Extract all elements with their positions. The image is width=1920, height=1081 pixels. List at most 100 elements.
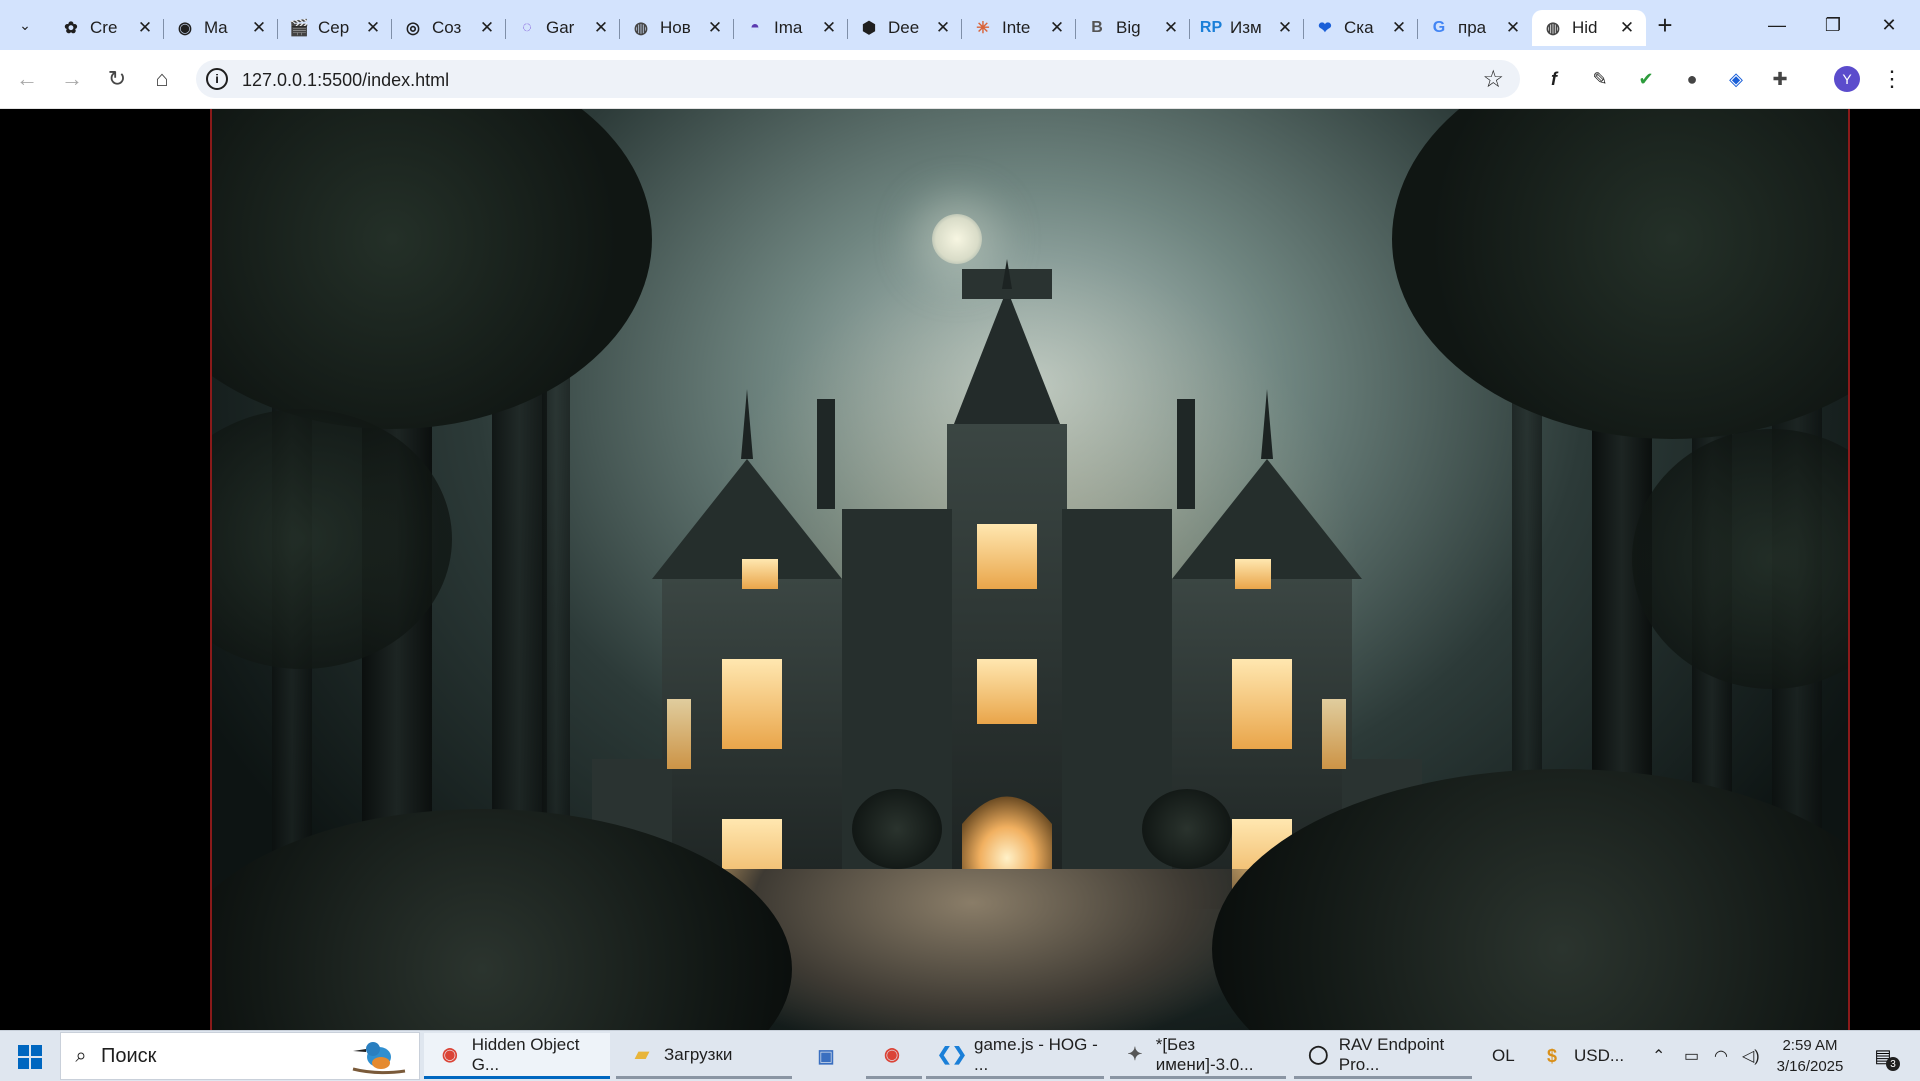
tab-label: Hid [1572, 18, 1598, 37]
tab-label: Сер [318, 18, 350, 37]
game-scene[interactable] [210, 109, 1850, 1030]
tab-9[interactable]: B Big ✕ [1076, 10, 1190, 46]
tab-0[interactable]: ✿ Cre ✕ [50, 10, 164, 46]
tab-label: Big [1116, 18, 1141, 37]
windows-logo-icon [18, 1045, 42, 1069]
home-button[interactable]: ⌂ [145, 62, 179, 96]
tab-close-icon[interactable]: ✕ [592, 18, 610, 37]
tab-close-icon[interactable]: ✕ [250, 18, 268, 37]
checkmark-extension-icon[interactable]: ✔ [1630, 63, 1662, 95]
tab-7[interactable]: ⬢ Dee ✕ [848, 10, 962, 46]
forward-button[interactable]: → [55, 62, 89, 96]
tree-canopy [1392, 109, 1848, 439]
spiral-icon: ◌ [522, 19, 532, 36]
tab-strip: ⌄ ✿ Cre ✕ ◉ Ma ✕ 🎬 Сер ✕ ◎ Соз ✕ ◌ Gar ✕ ◍ Нов ✕ ◓ Ima ✕ ⬢ Dee… [0, 0, 1920, 50]
extension-f-icon[interactable]: f [1538, 63, 1570, 95]
taskbar-app-8[interactable]: $ USD... [1526, 1033, 1646, 1079]
taskbar-app-3[interactable]: ◉ [866, 1033, 922, 1079]
site-info-icon[interactable]: i [206, 68, 228, 90]
tab-close-icon[interactable]: ✕ [1390, 18, 1408, 37]
taskbar: ⌕ Поиск ◉ Hidden Object G... ▰ Загрузки ▣ ◉ ❮❯… [0, 1030, 1920, 1081]
globe-icon: ◍ [634, 20, 648, 37]
puzzle-extensions-icon[interactable]: ✚ [1764, 63, 1796, 95]
heart-icon: ❤ [1318, 20, 1332, 37]
back-button[interactable]: ← [10, 62, 44, 96]
taskbar-app-5[interactable]: ✦ *[Без имени]-3.0... [1110, 1033, 1286, 1079]
taskbar-app-label: Hidden Object G... [471, 1034, 580, 1074]
notifications-button[interactable]: ▤ 3 [1866, 1041, 1900, 1071]
tab-label: Ска [1344, 18, 1374, 37]
tab-13[interactable]: ◍ Hid ✕ [1532, 10, 1646, 46]
tab-close-icon[interactable]: ✕ [706, 18, 724, 37]
tab-6[interactable]: ◓ Ima ✕ [734, 10, 848, 46]
tray-overflow-icon[interactable]: ⌃ [1652, 1031, 1665, 1081]
tab-5[interactable]: ◍ Нов ✕ [620, 10, 734, 46]
moon [932, 214, 982, 264]
restore-button[interactable]: ❐ [1810, 8, 1856, 42]
shield-extension-icon[interactable]: ◈ [1720, 63, 1752, 95]
tab-close-icon[interactable]: ✕ [478, 18, 496, 37]
taskbar-app-7[interactable]: OL [1480, 1033, 1520, 1079]
bush [1142, 789, 1232, 869]
tab-close-icon[interactable]: ✕ [364, 18, 382, 37]
volume-icon[interactable]: ◁) [1742, 1031, 1760, 1081]
eyedropper-icon[interactable]: ✎ [1584, 63, 1616, 95]
tab-label: Изм [1230, 18, 1262, 37]
tab-10[interactable]: RP Изм ✕ [1190, 10, 1304, 46]
taskbar-app-label: RAV Endpoint Pro... [1338, 1034, 1445, 1074]
url-text[interactable]: 127.0.0.1:5500/index.html [242, 70, 449, 91]
gimp-icon: ✦ [1127, 1044, 1143, 1064]
tab-close-icon[interactable]: ✕ [1618, 18, 1636, 37]
taskbar-app-label: game.js - HOG - ... [974, 1034, 1098, 1074]
taskbar-app-6[interactable]: ◯ RAV Endpoint Pro... [1294, 1033, 1472, 1079]
taskbar-app-0[interactable]: ◉ Hidden Object G... [424, 1033, 610, 1079]
tree-canopy [1632, 429, 1848, 689]
tab-4[interactable]: ◌ Gar ✕ [506, 10, 620, 46]
tab-label: Gar [546, 18, 575, 37]
tab-close-icon[interactable]: ✕ [1276, 18, 1294, 37]
tab-label: пра [1458, 18, 1487, 37]
bookmark-star-icon[interactable]: ☆ [1482, 65, 1504, 94]
close-window-button[interactable]: ✕ [1866, 8, 1912, 42]
system-clock[interactable]: 2:59 AM 3/16/2025 [1770, 1035, 1850, 1077]
taskbar-app-label: USD... [1574, 1046, 1625, 1065]
tab-1[interactable]: ◉ Ma ✕ [164, 10, 278, 46]
taskbar-app-2[interactable]: ▣ [800, 1033, 860, 1079]
address-bar[interactable]: i 127.0.0.1:5500/index.html ☆ [196, 60, 1520, 98]
tab-list: ✿ Cre ✕ ◉ Ma ✕ 🎬 Сер ✕ ◎ Соз ✕ ◌ Gar ✕ ◍ Нов ✕ ◓ Ima ✕ ⬢ Dee ✕ ✳… [50, 6, 1646, 50]
taskbar-app-1[interactable]: ▰ Загрузки [616, 1033, 792, 1079]
tree-canopy [212, 109, 652, 429]
tab-close-icon[interactable]: ✕ [820, 18, 838, 37]
tab-search-button[interactable]: ⌄ [10, 10, 40, 40]
taskbar-search[interactable]: ⌕ Поиск [60, 1032, 420, 1080]
tab-8[interactable]: ✳ Inte ✕ [962, 10, 1076, 46]
tab-close-icon[interactable]: ✕ [1162, 18, 1180, 37]
tab-3[interactable]: ◎ Соз ✕ [392, 10, 506, 46]
tab-close-icon[interactable]: ✕ [1048, 18, 1066, 37]
restore-icon: ❐ [1824, 14, 1842, 35]
tab-12[interactable]: Gпра ✕ [1418, 10, 1532, 46]
reload-button[interactable]: ↻ [100, 62, 134, 96]
clapperboard-icon: 🎬 [289, 20, 309, 37]
tab-close-icon[interactable]: ✕ [1504, 18, 1522, 37]
tab-11[interactable]: ❤ Ска ✕ [1304, 10, 1418, 46]
wifi-icon[interactable]: ◠ [1714, 1031, 1728, 1081]
page-viewport [0, 109, 1920, 1030]
start-button[interactable] [10, 1040, 50, 1074]
minimize-button[interactable]: — [1754, 8, 1800, 42]
tab-2[interactable]: 🎬 Сер ✕ [278, 10, 392, 46]
more-menu-icon[interactable]: ⋮ [1880, 63, 1904, 95]
copilot-icon: ✿ [64, 20, 78, 37]
battery-icon[interactable]: ▭ [1684, 1031, 1699, 1081]
claude-icon: ✳ [976, 20, 990, 37]
tab-close-icon[interactable]: ✕ [136, 18, 154, 37]
browser-toolbar: ← → ↻ ⌂ i 127.0.0.1:5500/index.html ☆ f … [0, 50, 1920, 109]
tab-close-icon[interactable]: ✕ [934, 18, 952, 37]
tab-label: Нов [660, 18, 691, 37]
profile-avatar[interactable]: Y [1834, 66, 1860, 92]
new-tab-button[interactable]: + [1650, 10, 1680, 40]
deepseek-icon: ⬢ [862, 20, 876, 37]
taskbar-app-4[interactable]: ❮❯ game.js - HOG - ... [926, 1033, 1104, 1079]
tab-label: Inte [1002, 18, 1031, 37]
robot-extension-icon[interactable]: ● [1676, 63, 1708, 95]
